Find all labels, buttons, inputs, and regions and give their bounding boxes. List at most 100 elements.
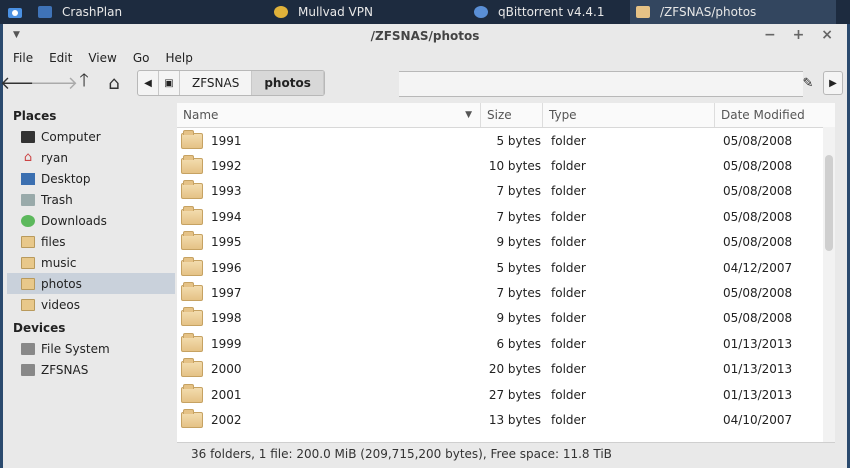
- menu-help[interactable]: Help: [165, 51, 192, 65]
- chevron-right-icon: ▶: [829, 77, 837, 89]
- path-segment-zfsnas[interactable]: ZFSNAS: [180, 71, 253, 95]
- file-type: folder: [551, 260, 586, 275]
- scrollbar-thumb[interactable]: [825, 155, 833, 251]
- menu-file[interactable]: File: [13, 51, 33, 65]
- file-name-cell: 1991: [177, 129, 481, 149]
- path-segment-photos[interactable]: photos: [252, 71, 324, 95]
- menu-edit[interactable]: Edit: [49, 51, 72, 65]
- table-row[interactable]: 1997 7 bytes folder 05/08/2008: [177, 280, 835, 305]
- folder-icon: [181, 282, 203, 302]
- file-size: 9 bytes: [496, 235, 541, 250]
- sidebar-item-ryan[interactable]: ⌂ ryan: [7, 147, 175, 168]
- home-button[interactable]: ⌂: [99, 71, 129, 95]
- sidebar-item-desktop[interactable]: Desktop: [7, 168, 175, 189]
- menu-view[interactable]: View: [88, 51, 116, 65]
- download-icon: [21, 214, 35, 227]
- folder-icon: [181, 231, 203, 251]
- sidebar-item-computer[interactable]: Computer: [7, 126, 175, 147]
- sidebar-item-file-system[interactable]: File System: [7, 338, 175, 359]
- sidebar-item-downloads[interactable]: Downloads: [7, 210, 175, 231]
- sidebar-item-trash[interactable]: Trash: [7, 189, 175, 210]
- edit-location-button[interactable]: ✎: [795, 71, 821, 95]
- column-header-size[interactable]: Size: [481, 103, 543, 127]
- folder-icon: [21, 256, 35, 269]
- file-size: 7 bytes: [496, 209, 541, 224]
- sidebar-item-music[interactable]: music: [7, 252, 175, 273]
- qbittorrent-icon: [474, 6, 488, 18]
- file-name: 1995: [211, 235, 242, 250]
- table-row[interactable]: 1996 5 bytes folder 04/12/2007: [177, 255, 835, 280]
- menu-go[interactable]: Go: [133, 51, 150, 65]
- file-type: folder: [551, 412, 586, 427]
- file-date: 05/08/2008: [723, 286, 793, 301]
- crashplan-icon: [38, 6, 52, 18]
- table-row[interactable]: 1991 5 bytes folder 05/08/2008: [177, 128, 835, 153]
- window-title: /ZFSNAS/photos: [370, 29, 480, 43]
- file-type: folder: [551, 362, 586, 377]
- file-name-cell: 2002: [177, 408, 481, 428]
- table-row[interactable]: 1993 7 bytes folder 05/08/2008: [177, 179, 835, 204]
- file-date: 05/08/2008: [723, 235, 793, 250]
- file-date: 05/08/2008: [723, 311, 793, 326]
- file-type: folder: [551, 209, 586, 224]
- table-row[interactable]: 1992 10 bytes folder 05/08/2008: [177, 153, 835, 178]
- folder-icon: [636, 6, 650, 18]
- column-header-name[interactable]: Name ▼: [177, 103, 481, 127]
- file-name: 2000: [211, 362, 242, 377]
- folder-icon: [181, 205, 203, 225]
- window-controls[interactable]: − + ×: [764, 27, 839, 43]
- taskbar-item-qbittorrent[interactable]: qBittorrent v4.4.1: [430, 0, 630, 24]
- pencil-icon: ✎: [802, 75, 814, 91]
- table-row[interactable]: 2002 13 bytes folder 04/10/2007: [177, 407, 835, 432]
- file-rows: 1991 5 bytes folder 05/08/2008 1992 10 bytes f…: [177, 128, 835, 433]
- desktop-icon: [21, 172, 35, 185]
- table-row[interactable]: 1999 6 bytes folder 01/13/2013: [177, 331, 835, 356]
- table-row[interactable]: 1998 9 bytes folder 05/08/2008: [177, 306, 835, 331]
- table-row[interactable]: 1995 9 bytes folder 05/08/2008: [177, 230, 835, 255]
- folder-icon: [181, 332, 203, 352]
- sidebar-item-videos[interactable]: videos: [7, 294, 175, 315]
- path-scroll-right-button[interactable]: ▶: [823, 71, 843, 95]
- table-row[interactable]: 2000 20 bytes folder 01/13/2013: [177, 357, 835, 382]
- sidebar-item-photos[interactable]: photos: [7, 273, 175, 294]
- folder-icon: [181, 256, 203, 276]
- file-name: 2001: [211, 387, 242, 402]
- taskbar-item-file-manager[interactable]: /ZFSNAS/photos: [630, 0, 836, 24]
- table-row[interactable]: 2001 27 bytes folder 01/13/2013: [177, 382, 835, 407]
- column-header-type[interactable]: Type: [543, 103, 715, 127]
- vertical-scrollbar[interactable]: [823, 127, 835, 442]
- file-type: folder: [551, 286, 586, 301]
- path-scroll-left-button[interactable]: ◀: [138, 71, 159, 95]
- file-size: 7 bytes: [496, 286, 541, 301]
- window-menu-icon[interactable]: ▼: [13, 30, 20, 40]
- start-menu-button[interactable]: [0, 0, 30, 24]
- up-button[interactable]: 🡑: [69, 70, 99, 95]
- file-name: 1993: [211, 184, 242, 199]
- file-name-cell: 1999: [177, 332, 481, 352]
- column-header-date[interactable]: Date Modified: [715, 103, 835, 127]
- home-icon: ⌂: [23, 149, 33, 165]
- folder-icon: [21, 277, 35, 290]
- forward-button[interactable]: 🡒: [30, 71, 78, 95]
- path-root-button[interactable]: ▣: [159, 71, 180, 95]
- file-date: 04/12/2007: [723, 260, 793, 275]
- table-row[interactable]: 1994 7 bytes folder 05/08/2008: [177, 204, 835, 229]
- file-name: 1999: [211, 336, 242, 351]
- mullvad-icon: [274, 6, 288, 18]
- file-type: folder: [551, 159, 586, 174]
- file-type: folder: [551, 336, 586, 351]
- file-name-cell: 1998: [177, 307, 481, 327]
- file-size: 27 bytes: [488, 387, 541, 402]
- file-date: 05/08/2008: [723, 209, 793, 224]
- file-name: 1992: [211, 159, 242, 174]
- taskbar-item-crashplan[interactable]: CrashPlan: [30, 0, 230, 24]
- sidebar-item-zfsnas[interactable]: ZFSNAS: [7, 359, 175, 380]
- title-bar[interactable]: ▼ /ZFSNAS/photos − + ×: [3, 24, 847, 48]
- file-manager-window: ▼ /ZFSNAS/photos − + × File Edit View Go…: [0, 24, 847, 468]
- folder-icon: [181, 307, 203, 327]
- file-name-cell: 1993: [177, 180, 481, 200]
- path-bar: ◀ ▣ ZFSNAS photos: [137, 70, 325, 96]
- taskbar-item-mullvad[interactable]: Mullvad VPN: [230, 0, 430, 24]
- sidebar-item-files[interactable]: files: [7, 231, 175, 252]
- folder-icon: [181, 155, 203, 175]
